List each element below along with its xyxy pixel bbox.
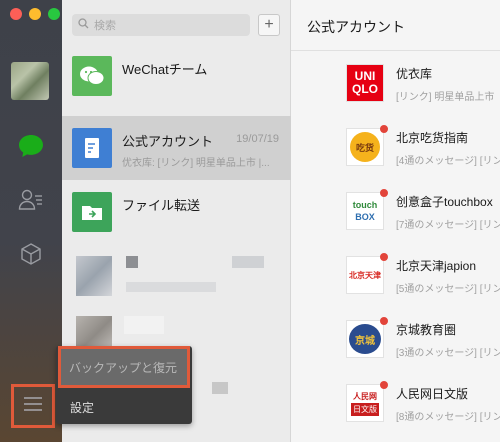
account-name: 优衣库 — [396, 67, 433, 81]
add-chat-button[interactable]: + — [258, 14, 280, 36]
file-transfer-icon — [72, 192, 112, 232]
account-item-touchbox[interactable]: touch BOX 创意盒子touchbox [7通のメッセージ] [リンク] — [346, 189, 500, 232]
page-title: 公式アカウント — [307, 19, 405, 35]
avatar[interactable] — [11, 62, 49, 100]
blurred-text — [126, 256, 138, 268]
account-item-beijing-food[interactable]: 吃货 北京吃货指南 [4通のメッセージ] [リンク] — [346, 125, 500, 168]
blurred-avatar — [76, 256, 112, 296]
account-name: 北京吃货指南 — [396, 131, 469, 145]
wechat-team-icon — [72, 56, 112, 96]
maximize-window-button[interactable] — [48, 8, 60, 20]
account-item-uniqlo[interactable]: UNI QLO 优衣库 [リンク] 明星单品上市 — [346, 64, 500, 104]
account-message: [5通のメッセージ] [リンク] — [396, 284, 500, 295]
chat-time: 19/07/19 — [236, 133, 279, 145]
unread-badge — [380, 317, 388, 325]
settings-menu-item[interactable]: 設定 — [70, 399, 94, 416]
account-item-people-daily[interactable]: 人民网 日文版 人民网日文版 [8通のメッセージ] [リンク] — [346, 381, 500, 424]
account-message: [8通のメッセージ] [リンク] — [396, 412, 500, 423]
account-item-education[interactable]: 京城 京城教育圈 [3通のメッセージ] [リンク] — [346, 317, 500, 360]
chat-name: WeChatチーム — [122, 62, 208, 77]
touchbox-logo: touch BOX — [346, 192, 384, 230]
blurred-text — [126, 282, 216, 292]
settings-popup-menu: バックアップと復元 設定 — [56, 346, 192, 424]
window-controls — [10, 8, 60, 20]
education-logo: 京城 — [346, 320, 384, 358]
official-account-icon — [72, 128, 112, 168]
blurred-text — [232, 256, 264, 268]
search-placeholder: 検索 — [94, 20, 116, 32]
unread-badge — [380, 253, 388, 261]
account-name: 人民网日文版 — [396, 387, 469, 401]
food-guide-logo: 吃货 — [346, 128, 384, 166]
sidebar — [0, 0, 62, 442]
uniqlo-logo: UNI QLO — [346, 64, 384, 102]
account-message: [3通のメッセージ] [リンク] — [396, 348, 500, 359]
account-message: [4通のメッセージ] [リンク] — [396, 156, 500, 167]
chat-item-official-accounts[interactable]: 公式アカウント 19/07/19 优衣库: [リンク] 明星单品上市 |... — [62, 116, 291, 180]
menu-icon — [22, 395, 44, 418]
backup-restore-menu-item[interactable]: バックアップと復元 — [58, 346, 190, 388]
people-daily-logo: 人民网 日文版 — [346, 384, 384, 422]
unread-badge — [380, 381, 388, 389]
blurred-text — [212, 382, 228, 394]
chat-item-file-transfer[interactable]: ファイル転送 — [62, 180, 291, 244]
chat-preview: 优衣库: [リンク] 明星单品上市 |... — [122, 158, 270, 169]
menu-button[interactable] — [11, 384, 55, 428]
account-name: 创意盒子touchbox — [396, 195, 493, 209]
chat-name: 公式アカウント — [122, 134, 214, 149]
official-accounts-pane: 公式アカウント UNI QLO 优衣库 [リンク] 明星单品上市 吃货 北京吃货… — [291, 0, 500, 442]
favorites-cube-icon[interactable] — [13, 236, 49, 272]
divider — [291, 50, 500, 51]
account-message: [7通のメッセージ] [リンク] — [396, 220, 500, 231]
account-item-japion[interactable]: 北京天津 北京天津japion [5通のメッセージ] [リンク] — [346, 253, 500, 296]
contacts-icon[interactable] — [13, 182, 49, 218]
account-name: 北京天津japion — [396, 259, 477, 273]
japion-logo: 北京天津 — [346, 256, 384, 294]
chat-name: ファイル転送 — [122, 198, 201, 213]
chat-icon[interactable] — [13, 128, 49, 164]
blurred-text — [124, 316, 164, 334]
minimize-window-button[interactable] — [29, 8, 41, 20]
search-icon — [78, 18, 89, 32]
close-window-button[interactable] — [10, 8, 22, 20]
unread-badge — [380, 125, 388, 133]
unread-badge — [380, 189, 388, 197]
account-message: [リンク] 明星单品上市 — [396, 92, 495, 103]
chat-item-wechat-team[interactable]: WeChatチーム — [62, 44, 291, 108]
search-input[interactable]: 検索 — [72, 14, 250, 36]
chat-item-redacted[interactable] — [62, 244, 291, 308]
account-name: 京城教育圈 — [396, 323, 457, 337]
